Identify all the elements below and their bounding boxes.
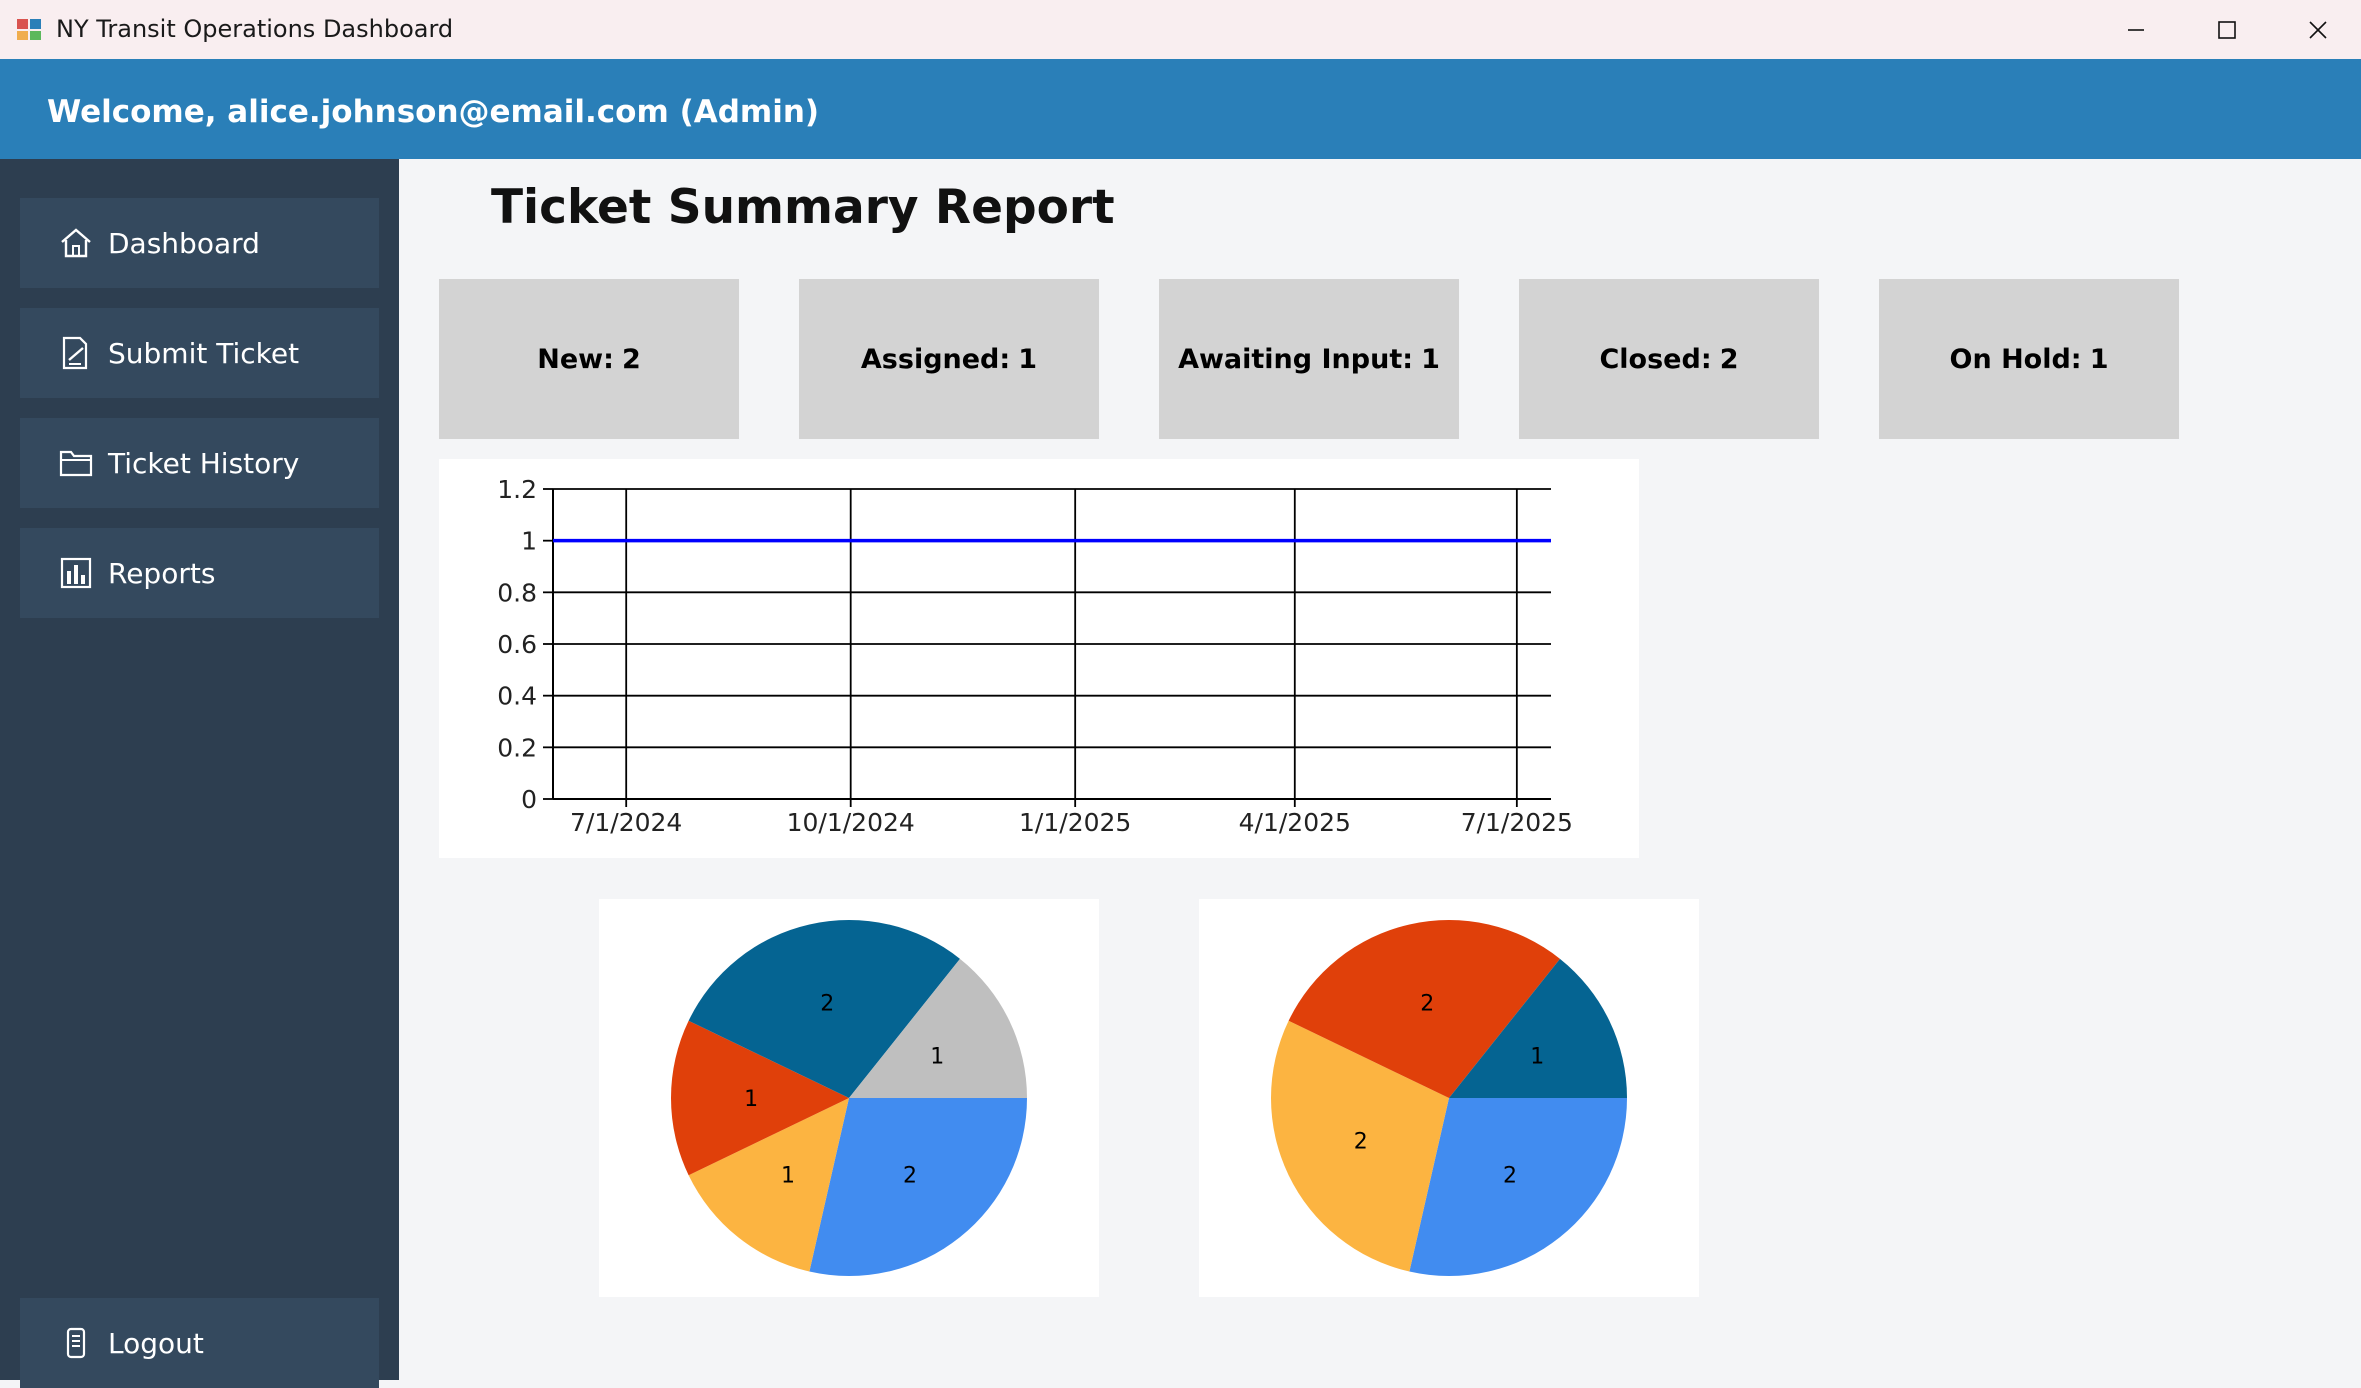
card-count: 2: [621, 343, 641, 375]
card-label: Assigned:: [860, 343, 1011, 375]
pie-slice-label: 1: [781, 1164, 795, 1189]
sidebar: Dashboard Submit Ticket Ticket History R…: [0, 159, 399, 1388]
pie-chart-1: 2 1 1 2 1: [671, 920, 1027, 1276]
y-tick-label: 1: [521, 527, 537, 556]
sidebar-item-label: Dashboard: [108, 226, 260, 260]
card-count: 1: [2089, 343, 2109, 375]
maximize-button[interactable]: [2181, 0, 2273, 59]
maximize-icon: [2218, 20, 2236, 39]
folder-icon: [58, 445, 94, 481]
window-titlebar: NY Transit Operations Dashboard: [0, 0, 2361, 59]
app-icon: [17, 19, 41, 40]
logout-label: Logout: [108, 1326, 204, 1360]
y-tick-label: 0.6: [497, 630, 537, 659]
card-count: 1: [1421, 343, 1440, 375]
page-title: Ticket Summary Report: [491, 180, 1115, 235]
y-tick-label: 0.2: [497, 733, 537, 762]
x-tick-label: 10/1/2024: [787, 808, 915, 837]
card-count: 1: [1018, 343, 1038, 375]
y-tick-label: 0.4: [497, 682, 537, 711]
card-label: Awaiting Input:: [1178, 343, 1414, 375]
home-icon: [58, 225, 94, 261]
bar-chart-icon: [58, 555, 94, 591]
pie-chart-panel-1: 2 1 1 2 1: [599, 899, 1099, 1297]
app-header: Welcome, alice.johnson@email.com (Admin): [0, 59, 2361, 159]
pie-chart-2: 2 2 2 1: [1271, 920, 1627, 1276]
sidebar-item-label: Reports: [108, 556, 216, 590]
edit-document-icon: [58, 335, 94, 371]
pie-slice-label: 2: [1354, 1129, 1368, 1154]
status-card-new: New: 2: [439, 279, 739, 439]
pie-slice-label: 1: [930, 1045, 944, 1070]
line-chart: 0 0.2 0.4 0.6 0.8 1 1.2 7/1/2024 10/1/2024 1/1/20…: [497, 475, 1573, 837]
pie-slice-label: 2: [903, 1164, 917, 1189]
status-card-awaiting-input: Awaiting Input: 1: [1159, 279, 1459, 439]
x-tick-label: 4/1/2025: [1239, 808, 1351, 837]
status-card-on-hold: On Hold: 1: [1879, 279, 2179, 439]
minimize-button[interactable]: [2090, 0, 2182, 59]
y-tick-label: 0: [521, 785, 537, 814]
sidebar-item-label: Ticket History: [108, 446, 300, 480]
status-card-closed: Closed: 2: [1519, 279, 1819, 439]
card-label: New:: [537, 343, 614, 375]
pie-chart-panel-2: 2 2 2 1: [1199, 899, 1699, 1297]
y-tick-label: 0.8: [497, 578, 537, 607]
pie-slice-label: 2: [1503, 1164, 1517, 1189]
line-chart-panel: 0 0.2 0.4 0.6 0.8 1 1.2 7/1/2024 10/1/2024 1/1/20…: [439, 459, 1639, 858]
window-title: NY Transit Operations Dashboard: [56, 15, 454, 43]
pie-slice-label: 1: [744, 1087, 758, 1112]
x-tick-label: 7/1/2024: [570, 808, 682, 837]
y-tick-label: 1.2: [497, 475, 537, 504]
pie-slice-label: 1: [1530, 1045, 1544, 1070]
phone-icon: [58, 1325, 94, 1361]
sidebar-item-ticket-history[interactable]: Ticket History: [20, 418, 379, 508]
sidebar-item-label: Submit Ticket: [108, 336, 300, 370]
close-icon: [2309, 20, 2327, 39]
sidebar-item-reports[interactable]: Reports: [20, 528, 379, 618]
sidebar-item-dashboard[interactable]: Dashboard: [20, 198, 379, 288]
welcome-text: Welcome, alice.johnson@email.com (Admin): [47, 94, 820, 130]
card-count: 2: [1719, 343, 1739, 375]
logout-button[interactable]: Logout: [20, 1298, 379, 1388]
sidebar-item-submit-ticket[interactable]: Submit Ticket: [20, 308, 379, 398]
card-label: On Hold:: [1949, 343, 2082, 375]
status-card-assigned: Assigned: 1: [799, 279, 1099, 439]
pie-slice-label: 2: [820, 992, 834, 1017]
minimize-icon: [2128, 28, 2144, 31]
close-button[interactable]: [2272, 0, 2361, 59]
x-tick-label: 1/1/2025: [1019, 808, 1131, 837]
x-tick-label: 7/1/2025: [1461, 808, 1573, 837]
card-label: Closed:: [1599, 343, 1712, 375]
pie-slice-label: 2: [1420, 992, 1434, 1017]
